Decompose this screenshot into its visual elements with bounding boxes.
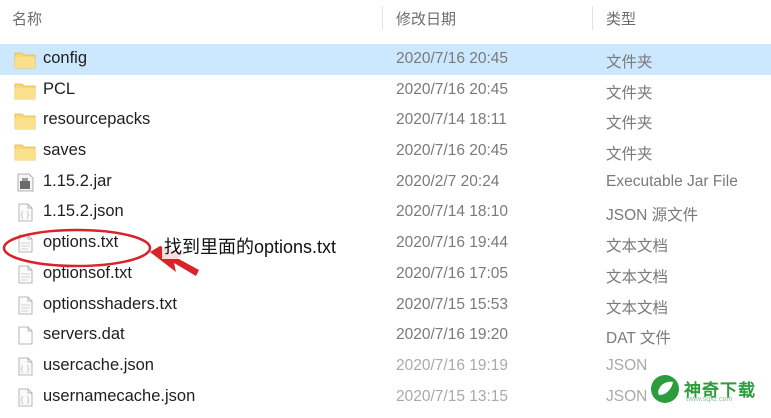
file-name: usernamecache.json [43, 386, 196, 405]
file-row[interactable]: saves 2020/7/16 20:45 文件夹 [0, 136, 771, 167]
file-type: 文件夹 [606, 84, 653, 102]
file-date: 2020/7/16 19:20 [396, 326, 509, 344]
file-row[interactable]: config 2020/7/16 20:45 文件夹 [0, 44, 771, 75]
file-date: 2020/7/14 18:11 [396, 111, 507, 129]
column-header-bar: 名称 修改日期 类型 [0, 0, 771, 36]
text-file-icon [14, 296, 36, 315]
file-type: JSON [606, 356, 648, 374]
file-date: 2020/7/16 19:44 [396, 234, 509, 252]
file-row[interactable]: servers.dat 2020/7/16 19:20 DAT 文件 [0, 320, 771, 351]
file-row[interactable]: PCL 2020/7/16 20:45 文件夹 [0, 75, 771, 106]
file-date: 2020/7/16 17:05 [396, 264, 509, 282]
file-row[interactable]: resourcepacks 2020/7/14 18:11 文件夹 [0, 105, 771, 136]
file-type: 文件夹 [606, 115, 653, 133]
file-type: 文件夹 [606, 146, 653, 164]
dat-file-icon [14, 326, 36, 345]
column-divider[interactable] [382, 6, 383, 30]
file-list: config 2020/7/16 20:45 文件夹 PCL 2020/7/16 20:… [0, 44, 771, 412]
text-file-icon [14, 265, 36, 284]
file-date: 2020/7/15 15:53 [396, 295, 509, 313]
file-name: PCL [43, 79, 76, 98]
file-name: config [43, 49, 88, 67]
file-name: servers.dat [43, 325, 125, 344]
watermark-site: www.sqxz.com [686, 396, 733, 403]
file-date: 2020/7/16 20:45 [396, 50, 509, 67]
folder-icon [14, 50, 36, 69]
json-file-icon [14, 203, 36, 222]
file-name: usercache.json [43, 355, 154, 374]
file-date: 2020/7/16 20:45 [396, 80, 509, 98]
file-name: 1.15.2.json [43, 202, 124, 221]
file-name: optionsshaders.txt [43, 294, 177, 313]
column-header-type[interactable]: 类型 [606, 8, 636, 29]
file-date: 2020/7/16 20:45 [396, 142, 509, 160]
json-file-icon [14, 357, 36, 376]
file-row[interactable]: options.txt 2020/7/16 19:44 文本文档 [0, 228, 771, 259]
file-name: optionsof.txt [43, 263, 132, 282]
file-row[interactable]: optionsof.txt 2020/7/16 17:05 文本文档 [0, 259, 771, 290]
file-type: JSON 源文件 [606, 207, 699, 225]
file-type: Executable Jar File [606, 172, 738, 190]
brand-leaf-icon [651, 375, 679, 403]
file-date: 2020/7/15 13:15 [396, 387, 509, 405]
watermark-logo: 神奇下载 www.sqxz.com [650, 372, 760, 406]
file-type: 文本文档 [606, 299, 669, 317]
file-type: 文本文档 [606, 238, 669, 256]
file-row[interactable]: optionsshaders.txt 2020/7/15 15:53 文本文档 [0, 290, 771, 321]
jar-file-icon [14, 173, 36, 192]
column-header-date[interactable]: 修改日期 [396, 8, 456, 29]
column-divider[interactable] [592, 6, 593, 30]
file-type: JSON [606, 387, 648, 405]
text-file-icon [14, 234, 36, 253]
folder-icon [14, 142, 36, 161]
folder-icon [14, 111, 36, 130]
file-date: 2020/7/14 18:10 [396, 203, 509, 221]
file-type: DAT 文件 [606, 330, 671, 348]
file-type: 文本文档 [606, 268, 669, 286]
folder-icon [14, 81, 36, 100]
file-date: 2020/7/16 19:19 [396, 356, 509, 374]
json-file-icon [14, 388, 36, 407]
annotation-label: 找到里面的options.txt [162, 233, 339, 259]
file-type: 文件夹 [606, 54, 653, 71]
file-row[interactable]: 1.15.2.jar 2020/2/7 20:24 Executable Jar F… [0, 167, 771, 198]
file-name: options.txt [43, 233, 119, 252]
file-date: 2020/2/7 20:24 [396, 172, 500, 190]
file-name: 1.15.2.jar [43, 171, 112, 190]
file-name: saves [43, 141, 87, 160]
column-header-name[interactable]: 名称 [12, 8, 42, 29]
file-name: resourcepacks [43, 110, 151, 129]
file-row[interactable]: 1.15.2.json 2020/7/14 18:10 JSON 源文件 [0, 197, 771, 228]
